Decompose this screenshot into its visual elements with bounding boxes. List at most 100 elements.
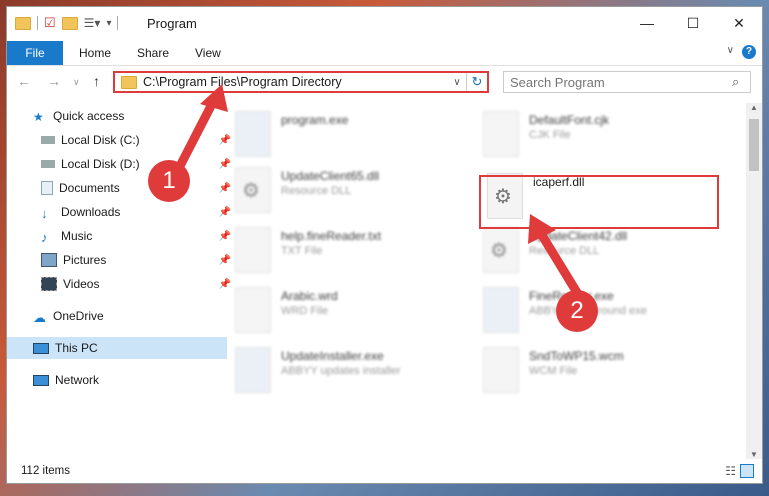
cloud-icon: ☁	[33, 310, 46, 325]
dll-file-icon	[483, 227, 519, 273]
file-name: UpdateClient65.dll	[281, 169, 380, 183]
drive-icon	[41, 160, 55, 168]
folder-icon	[15, 16, 31, 30]
recent-locations-icon[interactable]: ∨	[73, 77, 80, 88]
divider	[37, 16, 38, 30]
chevron-down-icon[interactable]: ∨	[727, 45, 734, 56]
file-name: Arabic.wrd	[281, 289, 338, 303]
navigation-bar: ← → ∨ ↑ C:\Program Files\Program Directo…	[7, 65, 762, 99]
text-file-icon	[235, 227, 271, 273]
file-type: WCM File	[529, 365, 578, 377]
chevron-down-icon[interactable]: ∨	[448, 77, 466, 88]
search-box[interactable]: ⌕	[503, 71, 751, 93]
film-icon	[41, 277, 57, 291]
view-options-icon[interactable]: ☰▾	[84, 16, 101, 30]
list-item[interactable]: UpdateInstaller.exe ABBYY updates install…	[235, 347, 465, 401]
file-name: help.fineReader.txt	[281, 229, 382, 243]
sidebar-item-label: Local Disk (C:)	[61, 133, 140, 147]
sidebar-item-this-pc[interactable]: This PC	[7, 337, 227, 359]
list-item[interactable]: FineReader.exeABBYY background exe	[483, 287, 713, 341]
sidebar-item-music[interactable]: ♪ Music 📌	[7, 225, 235, 247]
exe-file-icon	[235, 347, 271, 393]
details-view-icon[interactable]: ☷	[725, 464, 736, 478]
properties-icon[interactable]: ☑	[44, 15, 56, 31]
item-count: 112 items	[21, 465, 71, 477]
file-type: Resource DLL	[281, 185, 352, 197]
new-folder-icon[interactable]	[61, 16, 78, 30]
sidebar-item-onedrive[interactable]: ☁ OneDrive	[7, 305, 227, 327]
list-item[interactable]: DefaultFont.cjk CJK File	[483, 111, 713, 165]
customize-toolbar-icon[interactable]: ▾	[106, 18, 111, 29]
list-item[interactable]: SndToWP15.wcm WCM File	[483, 347, 713, 401]
tab-file[interactable]: File	[7, 41, 63, 65]
scroll-up-icon[interactable]: ▲	[746, 103, 762, 112]
status-bar: 112 items ☷	[7, 461, 762, 483]
sidebar-item-documents[interactable]: Documents 📌	[7, 177, 235, 199]
divider	[117, 16, 119, 30]
sidebar-item-downloads[interactable]: ↓ Downloads 📌	[7, 201, 235, 223]
download-arrow-icon: ↓	[41, 206, 48, 221]
explorer-window: ☑ ☰▾ ▾ Program — ☐ ✕ File Home Share Vie…	[6, 6, 763, 484]
help-icon[interactable]: ?	[742, 45, 756, 59]
sidebar-item-label: Videos	[63, 277, 100, 291]
address-path[interactable]: C:\Program Files\Program Directory	[143, 75, 448, 89]
maximize-button[interactable]: ☐	[670, 7, 716, 39]
step-badge-1: 1	[148, 160, 190, 202]
sidebar-item-label: Local Disk (D:)	[61, 157, 140, 171]
large-icons-view-icon[interactable]	[740, 464, 754, 478]
dll-file-icon	[235, 167, 271, 213]
list-item[interactable]: UpdateClient65.dll Resource DLL	[235, 167, 465, 221]
network-icon	[33, 374, 49, 386]
sidebar-item-network[interactable]: Network	[7, 369, 227, 391]
scroll-down-icon[interactable]: ▼	[746, 450, 762, 459]
document-icon	[41, 181, 53, 195]
sidebar-item-label: Downloads	[61, 205, 121, 219]
search-icon[interactable]: ⌕	[732, 74, 750, 90]
address-bar[interactable]: C:\Program Files\Program Directory ∨ ↻	[113, 71, 489, 93]
file-icon	[483, 111, 519, 157]
sidebar-item-label: OneDrive	[53, 309, 104, 323]
search-input[interactable]	[504, 73, 732, 91]
file-type: ABBYY updates installer	[281, 365, 401, 377]
sidebar-item-local-disk-c[interactable]: Local Disk (C:) 📌	[7, 129, 235, 151]
file-icon	[235, 287, 271, 333]
file-name: DefaultFont.cjk	[529, 113, 610, 127]
drive-icon	[41, 136, 55, 144]
list-item[interactable]: help.fineReader.txt TXT File	[235, 227, 465, 281]
exe-file-icon	[483, 287, 519, 333]
file-name: SndToWP15.wcm	[529, 349, 624, 363]
back-arrow-icon[interactable]: ←	[17, 73, 31, 89]
tab-share[interactable]: Share	[137, 46, 169, 60]
list-item[interactable]: program.exe	[235, 111, 465, 165]
music-note-icon: ♪	[41, 230, 48, 245]
file-list: program.exe DefaultFont.cjk CJK File Upda…	[213, 103, 739, 457]
sidebar-item-quick-access[interactable]: ★ Quick access	[7, 105, 227, 127]
scroll-thumb[interactable]	[749, 119, 759, 171]
sidebar-item-videos[interactable]: Videos 📌	[7, 273, 235, 295]
folder-icon	[121, 75, 137, 89]
tab-view[interactable]: View	[195, 46, 221, 60]
title-bar: ☑ ☰▾ ▾ Program — ☐ ✕	[7, 7, 762, 39]
monitor-icon	[33, 342, 49, 354]
forward-arrow-icon[interactable]: →	[47, 73, 61, 89]
file-type: WRD File	[281, 305, 329, 317]
sidebar-item-pictures[interactable]: Pictures 📌	[7, 249, 235, 271]
file-icon	[483, 347, 519, 393]
list-item[interactable]: UpdateClient42.dll Resource DLL	[483, 227, 713, 281]
highlight-box	[479, 175, 719, 229]
quick-access-toolbar: ☑ ☰▾ ▾	[15, 15, 119, 31]
navigation-pane: ★ Quick access Local Disk (C:) 📌 Local D…	[7, 103, 231, 457]
tab-home[interactable]: Home	[79, 46, 111, 60]
vertical-scrollbar[interactable]: ▲ ▼	[746, 103, 762, 459]
star-icon: ★	[33, 110, 44, 124]
sidebar-item-label: Pictures	[63, 253, 107, 267]
up-arrow-icon[interactable]: ↑	[93, 73, 100, 89]
list-item[interactable]: Arabic.wrd WRD File	[235, 287, 465, 341]
file-type: Resource DLL	[529, 245, 600, 257]
minimize-button[interactable]: —	[624, 7, 670, 39]
close-button[interactable]: ✕	[716, 7, 762, 39]
refresh-icon[interactable]: ↻	[466, 73, 487, 91]
file-name: UpdateInstaller.exe	[281, 349, 384, 363]
file-name: program.exe	[281, 113, 349, 127]
sidebar-item-local-disk-d[interactable]: Local Disk (D:) 📌	[7, 153, 235, 175]
